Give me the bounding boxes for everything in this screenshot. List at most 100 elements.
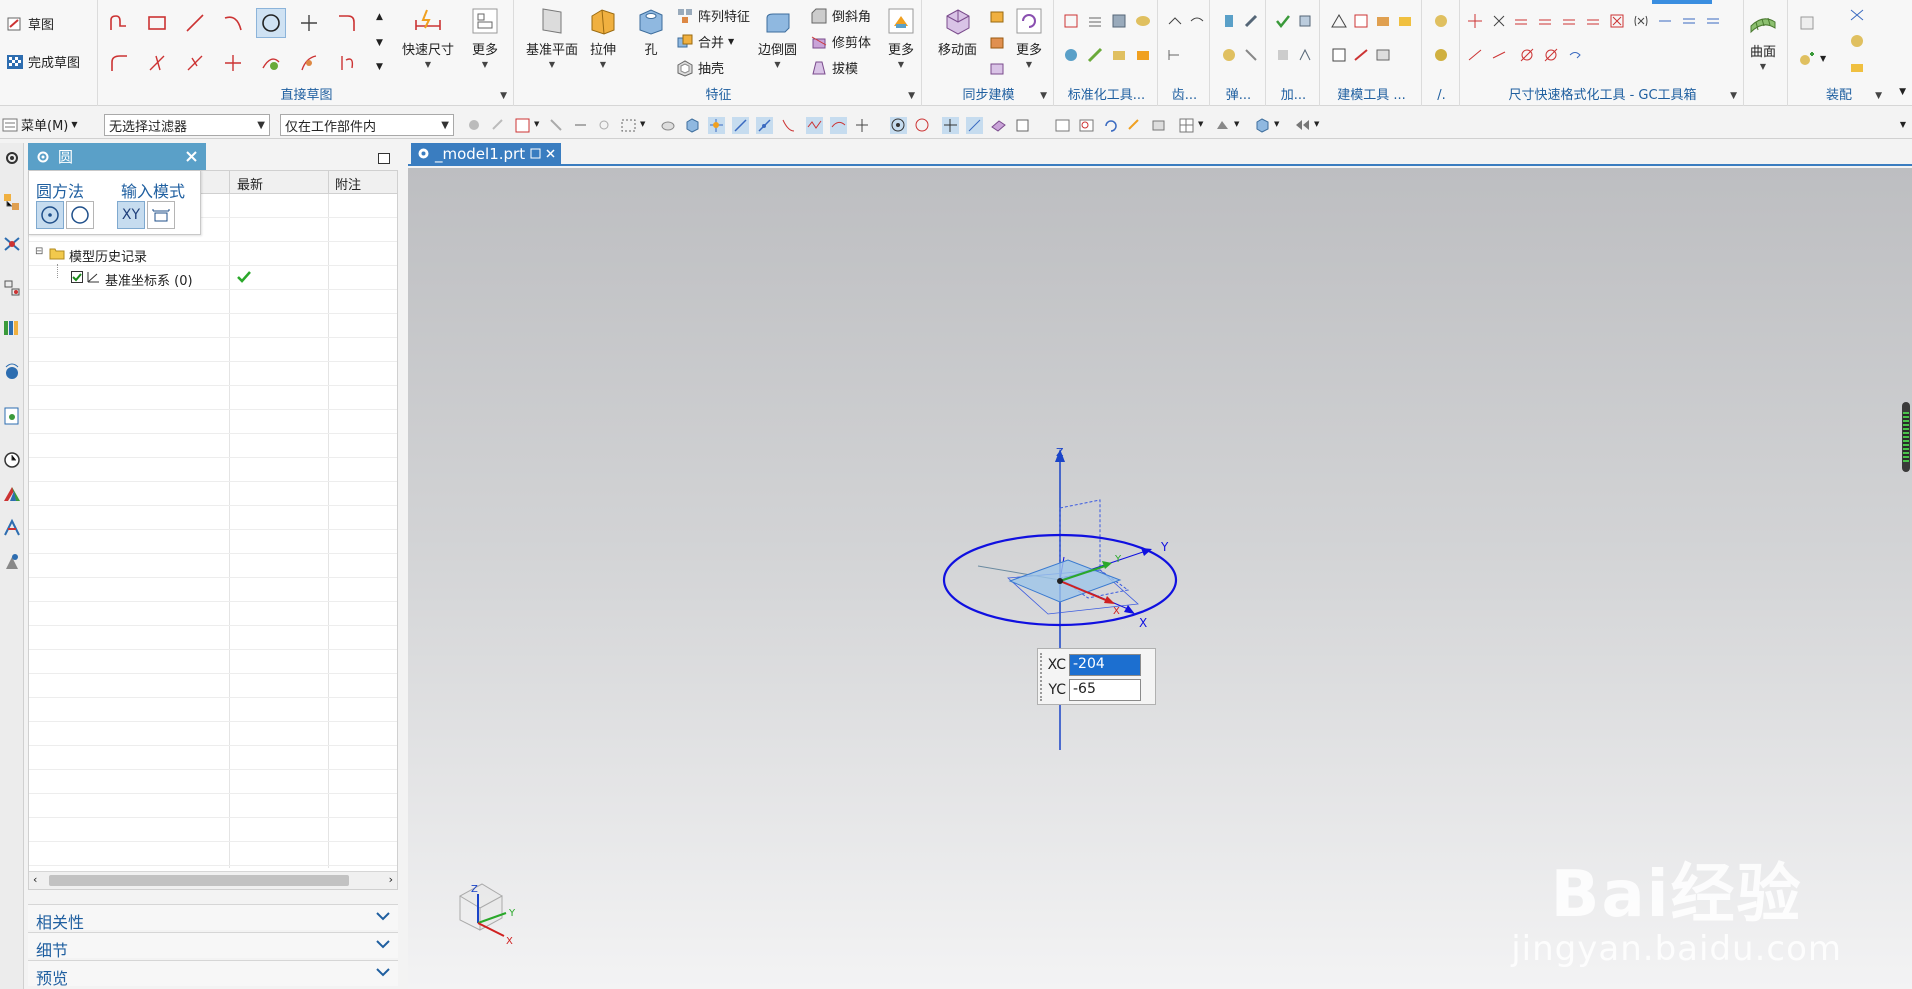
std-tool-icon[interactable] [1134, 12, 1152, 30]
snap-existing-point-icon[interactable] [942, 117, 959, 134]
assembly-tool-icon[interactable] [1848, 6, 1866, 24]
gear-tool-icon[interactable] [1188, 12, 1206, 30]
snap-center-icon[interactable] [890, 117, 907, 134]
datum-plane-button[interactable]: 基准平面 ▼ [526, 6, 578, 69]
unite-button[interactable]: 合并 ▼ [676, 32, 734, 51]
draft-button[interactable]: 拔模 [810, 58, 858, 77]
section-preview[interactable]: 预览 [28, 960, 398, 988]
gear-tool-icon[interactable] [1166, 12, 1184, 30]
mirror-curve-tool[interactable] [332, 48, 362, 78]
quick-extend-tool[interactable] [180, 48, 210, 78]
gc-tool-icon[interactable] [1608, 12, 1626, 30]
pattern-curve-tool[interactable] [294, 48, 324, 78]
zoom-icon[interactable] [1078, 117, 1095, 134]
offset-region-icon[interactable] [988, 34, 1006, 52]
spring-tool-icon[interactable] [1242, 46, 1260, 64]
selection-filter-select[interactable]: 无选择过滤器 ▼ [104, 114, 270, 136]
select-tool-icon[interactable] [548, 117, 565, 134]
gc-tool-icon[interactable] [1566, 46, 1584, 64]
pull-face-icon[interactable] [988, 8, 1006, 26]
select-tool-icon[interactable] [596, 117, 613, 134]
pan-icon[interactable] [1126, 117, 1143, 134]
chamfer-button[interactable]: 倒斜角 [810, 6, 871, 25]
part-navigator-icon[interactable] [2, 277, 22, 299]
sketch-more-button[interactable]: 更多 ▼ [470, 6, 500, 69]
display-style-icon[interactable] [1214, 117, 1231, 134]
constraint-navigator-icon[interactable] [2, 233, 22, 255]
checkbox-checked-icon[interactable] [71, 271, 83, 283]
modeling-tool-icon[interactable] [1374, 46, 1392, 64]
chamfer-sketch-tool[interactable] [104, 48, 134, 78]
rotate-icon[interactable] [1102, 117, 1119, 134]
snap-on-face-icon[interactable] [990, 117, 1007, 134]
assembly-group-arrow[interactable]: ▼ [1875, 91, 1882, 101]
section-dependencies[interactable]: 相关性 [28, 904, 398, 932]
move-face-button[interactable]: 移动面 [938, 6, 977, 58]
view-fit-icon[interactable] [1054, 117, 1071, 134]
render-style-icon[interactable] [1150, 117, 1167, 134]
gc-tool-icon[interactable] [1536, 12, 1554, 30]
snap-all-icon[interactable] [708, 117, 725, 134]
chevron-down-icon[interactable]: ▼ [1274, 120, 1279, 128]
extrude-button[interactable]: 拉伸 ▼ [588, 6, 618, 69]
feature-group-arrow[interactable]: ▼ [908, 91, 915, 101]
gc-tool-icon[interactable] [1704, 12, 1722, 30]
center-point-method-button[interactable] [36, 201, 64, 229]
make-corner-tool[interactable] [218, 48, 248, 78]
chevron-down-icon[interactable]: ▼ [640, 120, 645, 128]
column-note[interactable]: 附注 [335, 174, 361, 193]
rectangle-tool[interactable] [142, 8, 172, 38]
collapse-toggle-icon[interactable]: ⊟ [35, 246, 43, 257]
std-tool-icon[interactable] [1086, 12, 1104, 30]
assembly-tool-icon[interactable] [1848, 32, 1866, 50]
tree-row-model-history[interactable]: ⊟ 模型历史记录 [29, 242, 397, 266]
gc-tool-icon[interactable] [1490, 46, 1508, 64]
modeling-tool-icon[interactable] [1396, 12, 1414, 30]
trim-body-button[interactable]: 修剪体 [810, 32, 871, 51]
snap-intersection-icon[interactable] [806, 117, 823, 134]
spring-tool-icon[interactable] [1220, 12, 1238, 30]
replace-face-icon[interactable] [988, 60, 1006, 78]
machining-tool-icon[interactable] [1296, 12, 1314, 30]
extra-tool-icon[interactable] [1432, 12, 1450, 30]
pattern-feature-button[interactable]: 阵列特征 [676, 6, 750, 25]
feature-more-button[interactable]: 更多 ▼ [886, 6, 916, 69]
yc-input[interactable]: -65 [1069, 679, 1141, 701]
xy-input-mode-button[interactable]: XY [117, 201, 145, 229]
gallery-expand[interactable]: ▼ [376, 62, 383, 72]
select-feature-icon[interactable] [466, 117, 483, 134]
history-icon[interactable] [2, 405, 22, 427]
snap-curve-icon[interactable] [830, 117, 847, 134]
toolbar-options-arrow[interactable]: ▼ [1900, 120, 1906, 129]
shell-button[interactable]: 抽壳 [676, 58, 724, 77]
snap-bounded-icon[interactable] [1014, 117, 1031, 134]
reuse-library-icon[interactable] [2, 317, 22, 339]
chevron-down-icon[interactable]: ▼ [1820, 54, 1826, 63]
spring-tool-icon[interactable] [1220, 46, 1238, 64]
show-hide-icon[interactable] [1294, 117, 1311, 134]
drag-handle[interactable] [1040, 653, 1042, 701]
finish-sketch-button[interactable]: 完成草图 [6, 52, 80, 71]
add-component-icon[interactable] [1798, 50, 1816, 68]
scrollbar-thumb[interactable] [49, 875, 349, 886]
rectangle-select-icon[interactable] [620, 117, 637, 134]
snap-midpoint-icon[interactable] [756, 117, 773, 134]
selection-scope-select[interactable]: 仅在工作部件内 ▼ [280, 114, 454, 136]
gc-toolbox-group-arrow[interactable]: ▼ [1730, 91, 1737, 101]
modeling-tool-icon[interactable] [1330, 46, 1348, 64]
gc-tool-icon[interactable] [1680, 12, 1698, 30]
ribbon-options-arrow[interactable]: ▼ [1899, 87, 1906, 97]
modeling-tool-icon[interactable] [1374, 12, 1392, 30]
chevron-down-icon[interactable]: ▼ [1314, 120, 1319, 128]
gallery-scroll-down[interactable]: ▼ [376, 38, 383, 48]
snap-control-point-icon[interactable] [780, 117, 797, 134]
web-browser-icon[interactable] [2, 361, 22, 383]
column-latest[interactable]: 最新 [237, 174, 263, 193]
std-tool-icon[interactable] [1110, 12, 1128, 30]
offset-curve-tool[interactable] [256, 48, 286, 78]
fillet-tool[interactable] [332, 8, 362, 38]
surface-button[interactable]: 曲面 ▼ [1748, 8, 1778, 71]
maximize-panel-icon[interactable] [378, 153, 390, 164]
scroll-left-icon[interactable]: ‹ [33, 873, 37, 886]
orient-view-icon[interactable] [1178, 117, 1195, 134]
